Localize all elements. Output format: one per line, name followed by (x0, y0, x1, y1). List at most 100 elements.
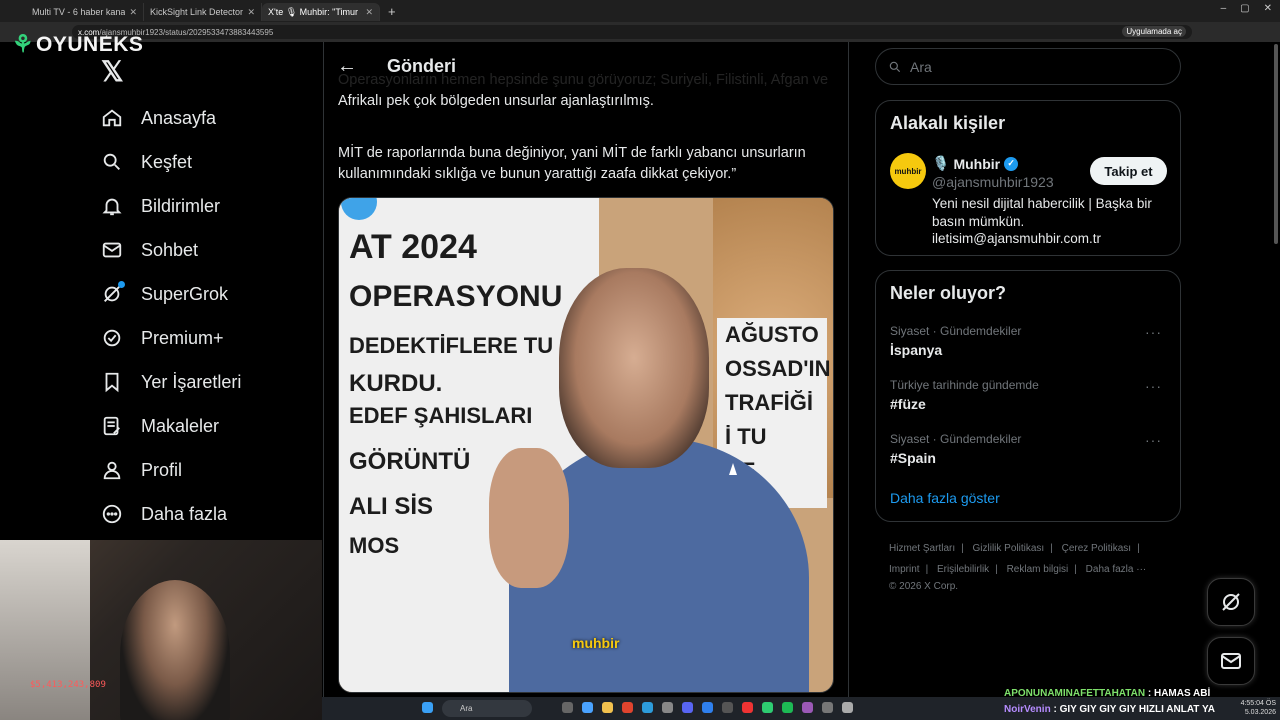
column-divider (323, 42, 324, 720)
sidebar-item-premium[interactable]: Premium+ (98, 316, 241, 360)
sidebar-item-label: Daha fazla (141, 503, 228, 524)
taskbar-clock[interactable]: 4:55:04 ÖS 5.03.2026 (1241, 699, 1276, 717)
video-speaker (489, 248, 809, 692)
sidebar-item-articles[interactable]: Makaleler (98, 404, 241, 448)
more-options-icon[interactable]: ··· (1145, 432, 1162, 448)
discord-icon[interactable] (682, 702, 693, 713)
messages-fab-button[interactable] (1207, 637, 1255, 685)
post-video[interactable]: AT 2024 OPERASYONU DEDEKTİFLERE TU KURDU… (338, 197, 834, 693)
clock-time: 4:55:04 ÖS (1240, 700, 1276, 707)
app-icon[interactable] (582, 702, 593, 713)
x-logo-icon[interactable]: 𝕏 (101, 55, 124, 88)
tab-label: KickSight Link Detector (150, 7, 244, 17)
profile-handle: @ajansmuhbir1923 (932, 174, 1054, 190)
app-icon[interactable] (742, 702, 753, 713)
close-icon[interactable]: ✕ (129, 7, 137, 18)
sidebar-item-label: Bildirimler (141, 195, 221, 216)
close-icon[interactable]: ✕ (365, 7, 373, 18)
sidebar-item-label: Makaleler (141, 415, 220, 436)
stream-logo: ⚘ OYUNEKS (12, 30, 143, 59)
trend-item[interactable]: Siyaset · Gündemdekiler #Spain ··· (890, 432, 1170, 466)
spotify-icon[interactable] (782, 702, 793, 713)
footer-separator: | (925, 564, 929, 575)
bell-icon (98, 192, 126, 220)
more-options-icon[interactable]: ··· (1145, 378, 1162, 394)
search-input[interactable] (910, 58, 1150, 75)
footer-link[interactable]: Hizmet Şartları (889, 543, 955, 554)
profile-display-name: Muhbir (953, 155, 1001, 172)
stream-logo-text: OYUNEKS (36, 32, 144, 56)
grok-fab-button[interactable] (1207, 578, 1255, 626)
footer-separator: | (995, 564, 998, 575)
page-scrollbar[interactable] (1274, 44, 1278, 244)
footer-link[interactable]: Çerez Politikası (1062, 543, 1131, 554)
show-more-link[interactable]: Daha fazla göster (890, 490, 1000, 506)
mail-icon (98, 236, 126, 264)
footer-link[interactable]: Reklam bilgisi (1007, 564, 1069, 575)
folder-icon[interactable] (602, 702, 613, 713)
sidebar-item-label: Keşfet (141, 151, 193, 172)
close-icon[interactable]: ✕ (247, 7, 255, 18)
minimize-icon[interactable]: – (1221, 3, 1227, 14)
home-icon (98, 104, 126, 132)
sidebar-item-label: SuperGrok (141, 283, 229, 304)
footer-link[interactable]: Imprint (889, 564, 920, 575)
chat-message: NoirVenin : GIY GIY GIY GIY HIZLI ANLAT … (1004, 702, 1215, 718)
trend-context: Siyaset · Gündemdekiler (890, 324, 1022, 338)
article-icon (98, 412, 126, 440)
back-button[interactable]: ← (325, 44, 369, 88)
app-icon[interactable] (642, 702, 653, 713)
taskview-icon[interactable] (562, 702, 573, 713)
board-text: AT 2024 (349, 228, 477, 266)
trends-card: Neler oluyor? Siyaset · Gündemdekiler İs… (875, 270, 1181, 522)
verified-icon (98, 324, 126, 352)
footer-separator: | (1050, 543, 1053, 554)
follow-button[interactable]: Takip et (1090, 157, 1167, 185)
speaker-hand (489, 448, 569, 588)
browser-tab-active[interactable]: X'te 🎙 Muhbir: "Timur Sö... ✕ (262, 3, 380, 21)
browser-tab[interactable]: Multi TV - 6 haber kanalını aynı... ✕ (26, 3, 144, 21)
chrome-icon[interactable] (622, 702, 633, 713)
sidebar-item-supergrok[interactable]: SuperGrok (98, 272, 241, 316)
avatar[interactable]: muhbir (890, 153, 926, 189)
new-tab-icon[interactable]: + (388, 4, 396, 19)
app-icon[interactable] (762, 702, 773, 713)
url-field[interactable]: x.com/ajansmuhbir1923/status/20295334738… (72, 25, 1192, 39)
taskbar-search[interactable]: Ara (442, 700, 532, 717)
windows-start-icon[interactable] (422, 702, 433, 713)
sidebar-item-bookmarks[interactable]: Yer İşaretleri (98, 360, 241, 404)
maximize-icon[interactable]: ▢ (1240, 3, 1249, 14)
footer-separator: | (1137, 543, 1140, 554)
footer-link[interactable]: Gizlilik Politikası (973, 543, 1045, 554)
copyright: © 2026 X Corp. (889, 581, 959, 592)
sidebar-item-profile[interactable]: Profil (98, 448, 241, 492)
app-icon[interactable] (702, 702, 713, 713)
app-icon[interactable] (842, 702, 853, 713)
profile-name[interactable]: 🎙️ Muhbir ✓ (932, 155, 1019, 172)
sidebar-item-explore[interactable]: Keşfet (98, 140, 241, 184)
trend-item[interactable]: Türkiye tarihinde gündemde #füze ··· (890, 378, 1170, 412)
sidebar-item-more[interactable]: Daha fazla (98, 492, 241, 536)
sidebar-item-home[interactable]: Anasayfa (98, 96, 241, 140)
browser-tab[interactable]: KickSight Link Detector ✕ (144, 3, 262, 21)
trend-title: İspanya (890, 342, 943, 358)
app-icon[interactable] (822, 702, 833, 713)
sidebar-item-messages[interactable]: Sohbet (98, 228, 241, 272)
close-window-icon[interactable]: ✕ (1264, 3, 1272, 14)
verified-badge-icon: ✓ (1004, 156, 1019, 171)
more-circle-icon (98, 500, 126, 528)
page-title: Gönderi (387, 55, 457, 76)
app-icon[interactable] (722, 702, 733, 713)
trend-item[interactable]: Siyaset · Gündemdekiler İspanya ··· (890, 324, 1170, 358)
footer-link[interactable]: Erişilebilirlik (937, 564, 989, 575)
footer-link[interactable]: Daha fazla ··· (1086, 564, 1147, 575)
app-icon[interactable] (802, 702, 813, 713)
more-options-icon[interactable]: ··· (1145, 324, 1162, 340)
search-box[interactable] (875, 48, 1181, 85)
open-in-app-button[interactable]: Uygulamada aç (1122, 26, 1186, 37)
board-text: KURDU. (349, 370, 443, 397)
sidebar-item-notifications[interactable]: Bildirimler (98, 184, 241, 228)
app-icon[interactable] (662, 702, 673, 713)
stream-logo-icon: ⚘ (12, 31, 35, 58)
trend-title: #füze (890, 396, 926, 412)
